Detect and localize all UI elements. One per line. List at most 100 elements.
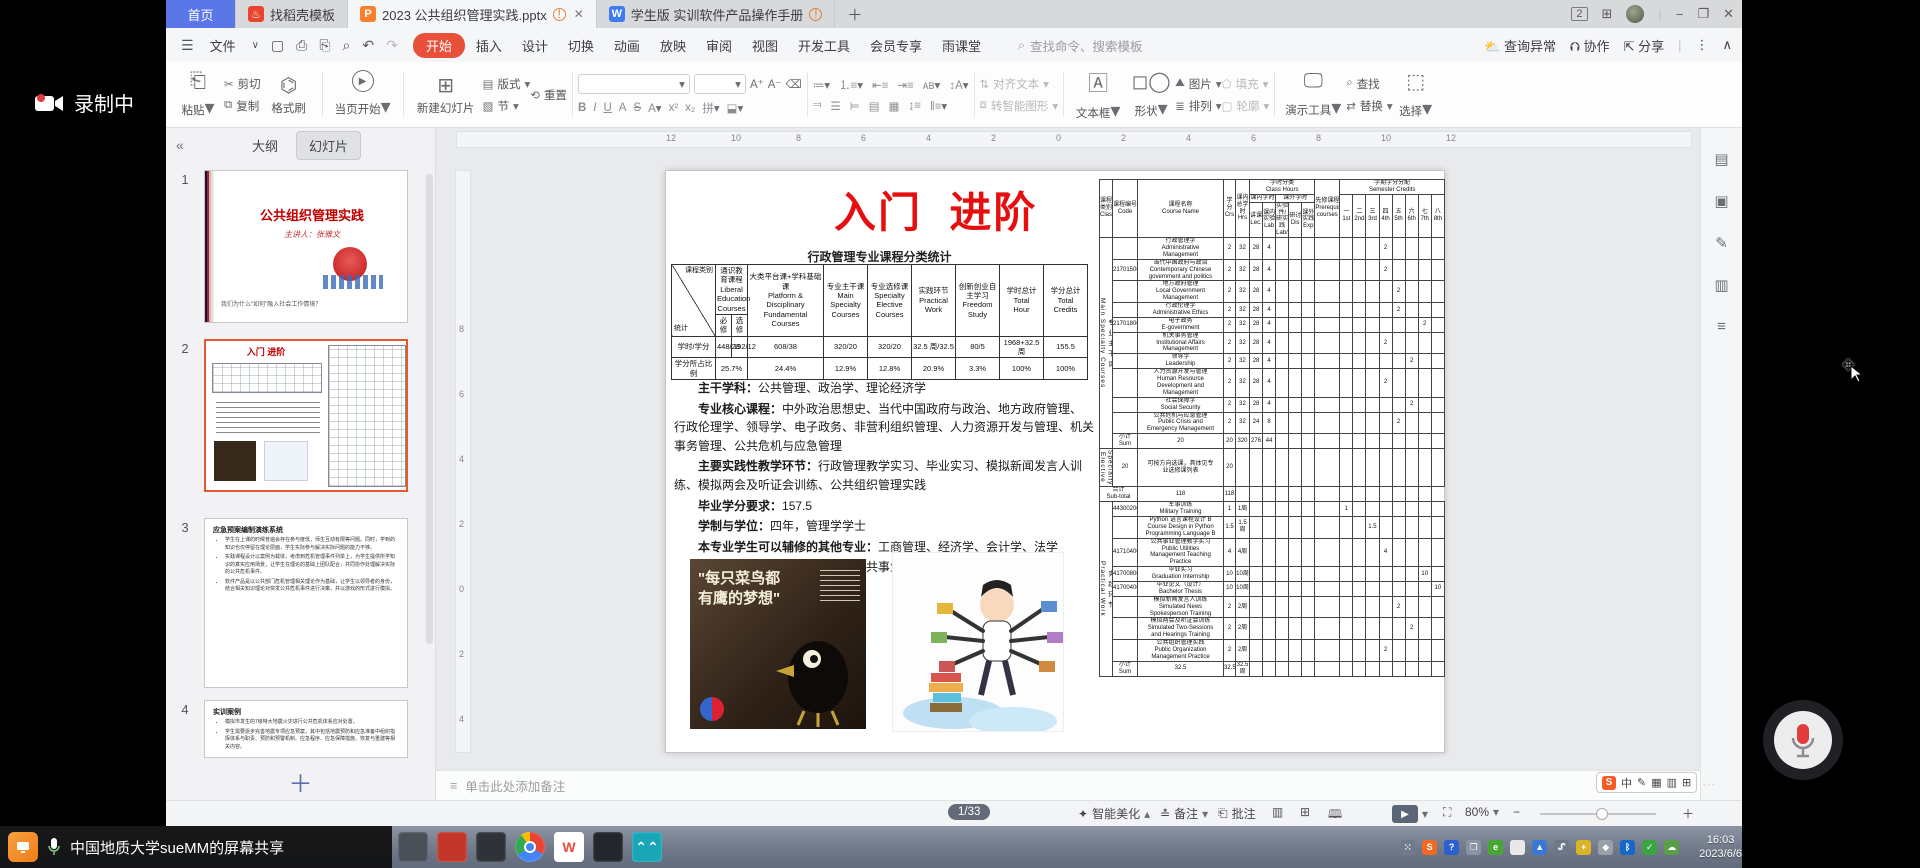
zoom-value[interactable]: 80%▾ — [1465, 805, 1499, 819]
print-icon[interactable]: ⎘ — [314, 37, 335, 54]
redo-icon[interactable]: ↷ — [381, 37, 403, 54]
menu-item-审阅[interactable]: 审阅 — [697, 33, 741, 58]
picture-button[interactable]: ⛰图片▾ — [1175, 76, 1221, 92]
decrease-font-icon[interactable]: A⁻ — [768, 77, 782, 91]
outline-button[interactable]: ▢轮廓▾ — [1222, 98, 1270, 114]
align-text-button[interactable]: ⇅对齐文本▾ — [980, 76, 1059, 92]
justify-icon[interactable]: ▤ — [869, 99, 880, 113]
shield-tray-icon[interactable]: ✓ — [1642, 840, 1657, 855]
tray-expand-icon[interactable]: ⁙ — [1400, 840, 1415, 855]
share-button[interactable]: ⇱ 分享 — [1624, 36, 1665, 55]
view-normal-icon[interactable]: ▥ — [1272, 805, 1283, 819]
multitask-man-image[interactable] — [892, 552, 1064, 732]
dark-app-icon[interactable] — [476, 832, 506, 862]
outdent-icon[interactable]: ⇤≡ — [872, 78, 888, 92]
notes-toggle[interactable]: ≛备注▾ — [1160, 805, 1208, 822]
slide-title[interactable]: 入门 进阶 — [834, 179, 1037, 240]
bold-button[interactable]: B — [578, 102, 586, 114]
close-button[interactable]: ✕ — [1723, 6, 1734, 22]
panel-scrollbar[interactable] — [426, 174, 433, 644]
highlight-icon[interactable]: ⬓▾ — [727, 101, 744, 115]
ime-bar[interactable]: S 中 ✎ ▦ ▥ ⊞ — [1596, 772, 1697, 793]
stats-table[interactable]: 课程类别统计通识教育课程 Liberal Education Courses大类… — [671, 264, 1088, 380]
cut-button[interactable]: ✂剪切 — [224, 76, 261, 92]
share-app-icon[interactable] — [8, 832, 38, 862]
select-button[interactable]: ⬚选择▾ — [1393, 66, 1439, 123]
ime-mode[interactable]: 中 — [1621, 775, 1632, 791]
tab-outline[interactable]: 大纲 — [240, 132, 290, 159]
tab-slides[interactable]: 幻灯片 — [296, 131, 361, 160]
fit-window-icon[interactable]: ⛶ — [1443, 805, 1451, 820]
font-name-select[interactable]: ▾ — [578, 74, 690, 94]
increase-font-icon[interactable]: A⁺ — [750, 77, 764, 91]
slide-thumbnail-1[interactable]: 1 公共组织管理实践 主讲人：张雅文 我们为什么"如何"融入社会工作情境？ — [166, 170, 435, 323]
dark-app2-icon[interactable] — [593, 832, 623, 862]
export-icon[interactable]: ⎙ — [291, 37, 312, 54]
find-button[interactable]: ⌕查找 — [1346, 76, 1392, 92]
panel-collapse-icon[interactable]: « — [176, 137, 184, 153]
textbox-button[interactable]: 🄰文本框▾ — [1069, 66, 1127, 123]
to-smartart-button[interactable]: ⧈转智能图形▾ — [980, 98, 1059, 114]
menu-item-开始[interactable]: 开始 — [413, 33, 465, 58]
image-library-icon[interactable]: ▣ — [1714, 192, 1728, 210]
window-switch-icon[interactable]: 2 — [1571, 7, 1587, 21]
box-tray-icon[interactable] — [1510, 840, 1525, 855]
fill-button[interactable]: ⬠填充▾ — [1222, 76, 1270, 92]
menu-item-会员专享[interactable]: 会员专享 — [861, 33, 931, 58]
file-chevron-icon[interactable]: ∨ — [247, 40, 264, 51]
crow-cartoon-image[interactable]: "每只菜鸟都有鹰的梦想" — [690, 559, 866, 729]
reset-button[interactable]: ⟲重置 — [530, 87, 567, 103]
smart-beautify-button[interactable]: ✦智能美化▴ — [1078, 805, 1150, 822]
font-size-select[interactable]: ▾ — [694, 74, 746, 94]
cloud-tray-icon[interactable]: ☁ — [1664, 840, 1679, 855]
minimize-button[interactable]: − — [1676, 7, 1684, 22]
shapes-button[interactable]: ◻◯形状▾ — [1127, 66, 1175, 123]
window-tray-icon[interactable]: ❐ — [1466, 840, 1481, 855]
tab-document-manual[interactable]: W 学生版 实训软件产品操作手册 ! — [597, 0, 836, 28]
collapse-ribbon-icon[interactable]: ∧ — [1722, 37, 1732, 53]
save-icon[interactable]: ▢ — [266, 37, 289, 54]
underline-button[interactable]: U — [603, 102, 611, 114]
template-library-icon[interactable]: ▥ — [1714, 276, 1728, 294]
ime-toolbox-icon[interactable]: ▥ — [1667, 776, 1677, 789]
notes-bar[interactable]: ≡ 单击此处添加备注 — [436, 770, 1700, 800]
mountain-tray-icon[interactable]: ▲ — [1532, 840, 1547, 855]
slide-body-text[interactable]: 主干学科：公共管理、政治学、理论经济学专业核心课程：中外政治思想史、当代中国政府… — [674, 379, 1094, 579]
undo-icon[interactable]: ↶ — [357, 37, 379, 54]
para-spacing-icon[interactable]: ↨≡ — [908, 100, 920, 112]
slide-thumbnail-4[interactable]: 4 实训案例 模拟市发生的7级特大地震火灾进行公共危机体系应对处置。学生需要逐步… — [166, 700, 435, 758]
play-current-button[interactable]: ▶当页开始▾ — [328, 66, 398, 123]
clock[interactable]: 16:03 2023/6/6 — [1699, 833, 1742, 862]
line-spacing-icon[interactable]: ↕A▾ — [949, 78, 968, 92]
annotation-pen-icon[interactable]: ✎ — [1715, 234, 1728, 252]
indent-icon[interactable]: ⇥≡ — [897, 78, 913, 92]
copy-button[interactable]: ⧉复制 — [224, 98, 261, 114]
share-mic-icon[interactable] — [47, 837, 61, 857]
zoom-slider-knob[interactable] — [1596, 808, 1608, 820]
menu-item-切换[interactable]: 切换 — [559, 33, 603, 58]
help-tray-icon[interactable]: ? — [1444, 840, 1459, 855]
new-slide-button[interactable]: ⊞新建幻灯片 — [409, 66, 483, 123]
meeting-mic-button[interactable] — [1763, 700, 1843, 780]
slide-thumbnail-3[interactable]: 3 应急预案编制演练系统 学生在上课的时候普遍会存在参与度低，师生互动有限等问题… — [166, 518, 435, 688]
apps-grid-icon[interactable]: ⊞ — [1602, 6, 1613, 22]
ime-keyboard-icon[interactable]: ▦ — [1651, 776, 1661, 789]
menu-item-放映[interactable]: 放映 — [651, 33, 695, 58]
preview-icon[interactable]: ⌕ — [338, 37, 356, 54]
more-menu-icon[interactable]: ⋮ — [1695, 37, 1708, 53]
restore-button[interactable]: ❐ — [1697, 6, 1709, 22]
overflow-dots-icon[interactable]: ⋯ — [1702, 776, 1716, 793]
align-right-icon[interactable]: ⊨ — [850, 99, 860, 113]
chrome-icon[interactable] — [515, 832, 545, 862]
clear-format-icon[interactable]: ⌫ — [785, 77, 801, 91]
folder-app-icon[interactable] — [398, 832, 428, 862]
section-button[interactable]: ▧节▾ — [483, 98, 531, 114]
hamburger-icon[interactable]: ☰ — [176, 37, 199, 54]
sync-status[interactable]: ⛅ 查询异常 — [1484, 36, 1556, 55]
ime-grid-icon[interactable]: ⊞ — [1682, 776, 1691, 789]
tab-close-icon[interactable]: ✕ — [574, 7, 584, 21]
tab-docer[interactable]: ♨ 找稻壳模板 — [236, 0, 348, 28]
numbering-icon[interactable]: ⒈≡▾ — [839, 77, 863, 93]
comments-toggle[interactable]: ⎗批注 — [1218, 805, 1256, 822]
menu-file[interactable]: 文件 — [201, 33, 245, 58]
